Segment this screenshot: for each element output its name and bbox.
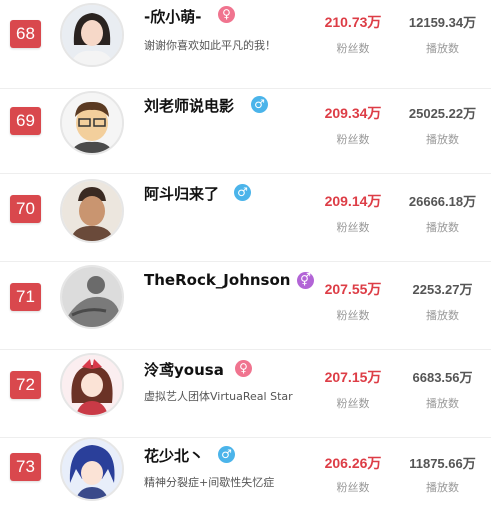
fans-count: 210.73万 xyxy=(324,14,382,30)
avatar-image xyxy=(62,93,122,153)
ranking-row[interactable]: 70 阿斗归来了 ♂ 209.14万 26666.18万 粉丝数 播放数 xyxy=(0,173,491,262)
avatar[interactable] xyxy=(60,91,124,155)
avatar-image xyxy=(62,355,122,415)
male-sign-icon: ♂ xyxy=(218,446,235,463)
female-sign-icon: ♀ xyxy=(235,360,252,377)
avatar[interactable] xyxy=(60,265,124,329)
plays-label: 播放数 xyxy=(426,133,459,146)
username[interactable]: TheRock_Johnson xyxy=(144,271,290,289)
signature: 谢谢你喜欢如此平凡的我！ xyxy=(144,39,276,52)
play-count: 12159.34万 xyxy=(408,15,477,30)
fans-label: 粉丝数 xyxy=(336,481,370,494)
plays-label: 播放数 xyxy=(426,309,459,322)
fans-label: 粉丝数 xyxy=(336,42,370,55)
avatar-image xyxy=(62,439,122,499)
avatar[interactable] xyxy=(60,3,124,67)
rank-badge: 71 xyxy=(10,283,41,311)
plays-label: 播放数 xyxy=(426,221,459,234)
username[interactable]: 阿斗归来了 xyxy=(144,183,219,204)
ranking-row[interactable]: 71 TheRock_Johnson ⚥ 207.55万 2253.27万 粉丝… xyxy=(0,261,491,350)
fans-count: 207.15万 xyxy=(324,369,382,385)
rank-badge: 69 xyxy=(10,107,41,135)
ranking-list: 68 -欣小萌- ♀ 谢谢你喜欢如此平凡的我！ 210.73万 12159.34… xyxy=(0,0,491,505)
ranking-row[interactable]: 69 刘老师说电影 ♂ 209.34万 25025.22万 粉丝数 播放数 xyxy=(0,85,491,174)
rank-badge: 73 xyxy=(10,453,41,481)
signature: 虚拟艺人团体VirtuaReal Star xyxy=(144,390,293,403)
username[interactable]: -欣小萌- xyxy=(144,6,201,27)
plays-label: 播放数 xyxy=(426,397,459,410)
ranking-row[interactable]: 73 花少北丶 ♂ 精神分裂症+间歇性失忆症 206.26万 11875.66万… xyxy=(0,437,491,505)
avatar-image xyxy=(62,5,122,65)
fans-count: 206.26万 xyxy=(324,455,382,471)
rank-badge: 70 xyxy=(10,195,41,223)
avatar[interactable] xyxy=(60,437,124,501)
avatar-image xyxy=(62,267,122,327)
rank-badge: 72 xyxy=(10,371,41,399)
play-count: 2253.27万 xyxy=(412,282,473,297)
fans-count: 209.14万 xyxy=(324,193,382,209)
fans-label: 粉丝数 xyxy=(336,221,370,234)
fans-count: 209.34万 xyxy=(324,105,382,121)
fans-label: 粉丝数 xyxy=(336,309,370,322)
avatar[interactable] xyxy=(60,353,124,417)
username[interactable]: 花少北丶 xyxy=(144,445,204,466)
fans-label: 粉丝数 xyxy=(336,397,370,410)
signature: 精神分裂症+间歇性失忆症 xyxy=(144,476,275,489)
female-sign-icon: ♀ xyxy=(218,6,235,23)
play-count: 26666.18万 xyxy=(408,194,477,209)
plays-label: 播放数 xyxy=(426,481,459,494)
avatar-image xyxy=(62,181,122,241)
plays-label: 播放数 xyxy=(426,42,459,55)
play-count: 25025.22万 xyxy=(408,106,477,121)
male-sign-icon: ♂ xyxy=(251,96,268,113)
male-sign-icon: ♂ xyxy=(234,184,251,201)
play-count: 6683.56万 xyxy=(412,370,473,385)
play-count: 11875.66万 xyxy=(409,456,476,471)
username[interactable]: 刘老师说电影 xyxy=(144,95,234,116)
ranking-row[interactable]: 72 泠鸢yousa ♀ 虚拟艺人团体VirtuaReal Star 207.1… xyxy=(0,349,491,438)
avatar[interactable] xyxy=(60,179,124,243)
rank-badge: 68 xyxy=(10,20,41,48)
username[interactable]: 泠鸢yousa xyxy=(144,359,224,380)
ranking-row[interactable]: 68 -欣小萌- ♀ 谢谢你喜欢如此平凡的我！ 210.73万 12159.34… xyxy=(0,0,491,89)
fans-label: 粉丝数 xyxy=(336,133,370,146)
fans-count: 207.55万 xyxy=(324,281,382,297)
